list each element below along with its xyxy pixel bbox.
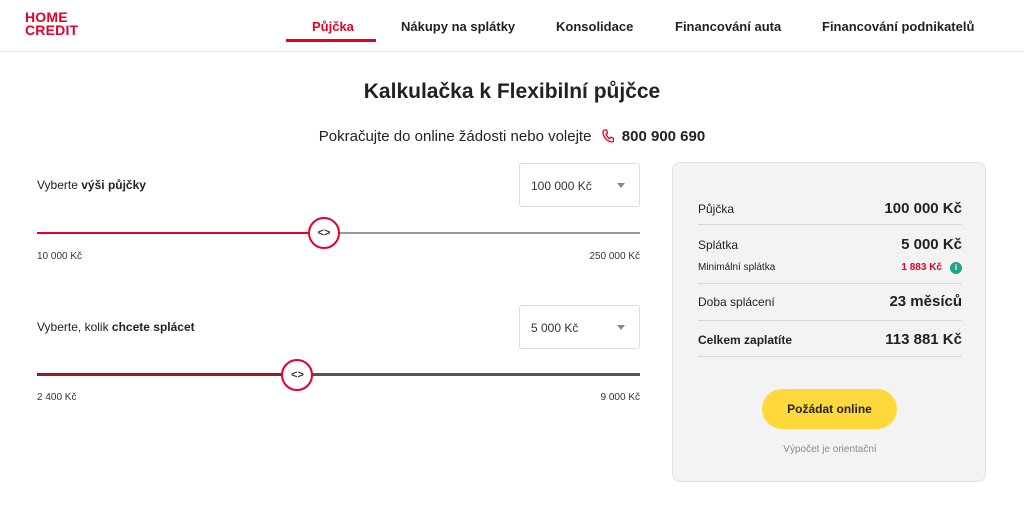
payment-label: Vyberte, kolik chcete splácet bbox=[37, 320, 195, 334]
payment-min-label: 2 400 Kč bbox=[37, 392, 77, 403]
total-label: Celkem zaplatíte bbox=[698, 333, 793, 347]
loan-amount-select[interactable]: 100 000 Kč bbox=[519, 163, 640, 207]
min-installment-value: 1 883 Kč bbox=[901, 262, 942, 273]
min-installment-label: Minimální splátka bbox=[698, 262, 776, 273]
nav-item-financovani-auta[interactable]: Financování auta bbox=[675, 19, 781, 34]
calculation-note: Výpočet je orientační bbox=[783, 444, 877, 455]
active-tab-indicator bbox=[286, 39, 376, 42]
top-header: HOME CREDIT Půjčka Nákupy na splátky Kon… bbox=[0, 0, 1024, 52]
logo-line-2: CREDIT bbox=[25, 22, 79, 38]
summary-card: Půjčka 100 000 Kč Splátka 5 000 Kč Minim… bbox=[672, 162, 986, 482]
divider bbox=[698, 356, 962, 357]
payment-label-bold: chcete splácet bbox=[111, 320, 195, 334]
payment-label-prefix: Vyberte, kolik bbox=[37, 320, 112, 334]
total-value: 113 881 Kč bbox=[885, 331, 962, 348]
installment-label: Splátka bbox=[698, 238, 739, 252]
payment-slider-fill bbox=[37, 373, 298, 376]
duration-label: Doba splácení bbox=[698, 295, 775, 309]
info-icon[interactable]: i bbox=[950, 262, 962, 274]
loan-amount-label: Vyberte výši půjčky bbox=[37, 178, 146, 192]
loan-summary-value: 100 000 Kč bbox=[884, 200, 962, 217]
divider bbox=[698, 283, 962, 284]
loan-summary-label: Půjčka bbox=[698, 202, 735, 216]
arrows-left-right-icon: <> bbox=[291, 369, 304, 381]
payment-max-label: 9 000 Kč bbox=[600, 392, 640, 403]
subtitle-text: Pokračujte do online žádosti nebo volejt… bbox=[318, 128, 592, 145]
loan-slider-fill bbox=[37, 232, 325, 234]
divider bbox=[698, 224, 962, 225]
loan-min-label: 10 000 Kč bbox=[37, 251, 83, 262]
arrows-left-right-icon: <> bbox=[317, 227, 331, 239]
payment-slider-handle[interactable]: <> bbox=[281, 359, 314, 391]
loan-label-bold: výši půjčky bbox=[81, 178, 146, 192]
page-subtitle: Pokračujte do online žádosti nebo volejt… bbox=[0, 128, 1024, 147]
phone-icon bbox=[601, 129, 614, 147]
home-credit-logo[interactable]: HOME CREDIT bbox=[25, 10, 79, 38]
chevron-down-icon bbox=[617, 325, 625, 330]
loan-slider-handle[interactable]: <> bbox=[308, 217, 341, 249]
loan-label-prefix: Vyberte bbox=[37, 178, 82, 192]
installment-value: 5 000 Kč bbox=[901, 236, 962, 253]
nav-item-pujcka[interactable]: Půjčka bbox=[312, 19, 354, 34]
payment-value: 5 000 Kč bbox=[531, 321, 579, 335]
chevron-down-icon bbox=[617, 183, 625, 188]
nav-item-konsolidace[interactable]: Konsolidace bbox=[556, 19, 633, 34]
duration-value: 23 měsíců bbox=[889, 293, 962, 310]
apply-online-button[interactable]: Požádat online bbox=[762, 389, 897, 429]
loan-max-label: 250 000 Kč bbox=[589, 251, 640, 262]
divider bbox=[698, 320, 962, 321]
payment-select[interactable]: 5 000 Kč bbox=[519, 305, 640, 349]
nav-item-nakupy-na-splatky[interactable]: Nákupy na splátky bbox=[401, 19, 515, 34]
nav-item-financovani-podnikatelu[interactable]: Financování podnikatelů bbox=[822, 19, 974, 34]
phone-number[interactable]: 800 900 690 bbox=[622, 128, 705, 145]
payment-slider-track[interactable] bbox=[37, 373, 640, 376]
loan-amount-value: 100 000 Kč bbox=[531, 179, 592, 193]
page-title: Kalkulačka k Flexibilní půjčce bbox=[363, 80, 661, 103]
